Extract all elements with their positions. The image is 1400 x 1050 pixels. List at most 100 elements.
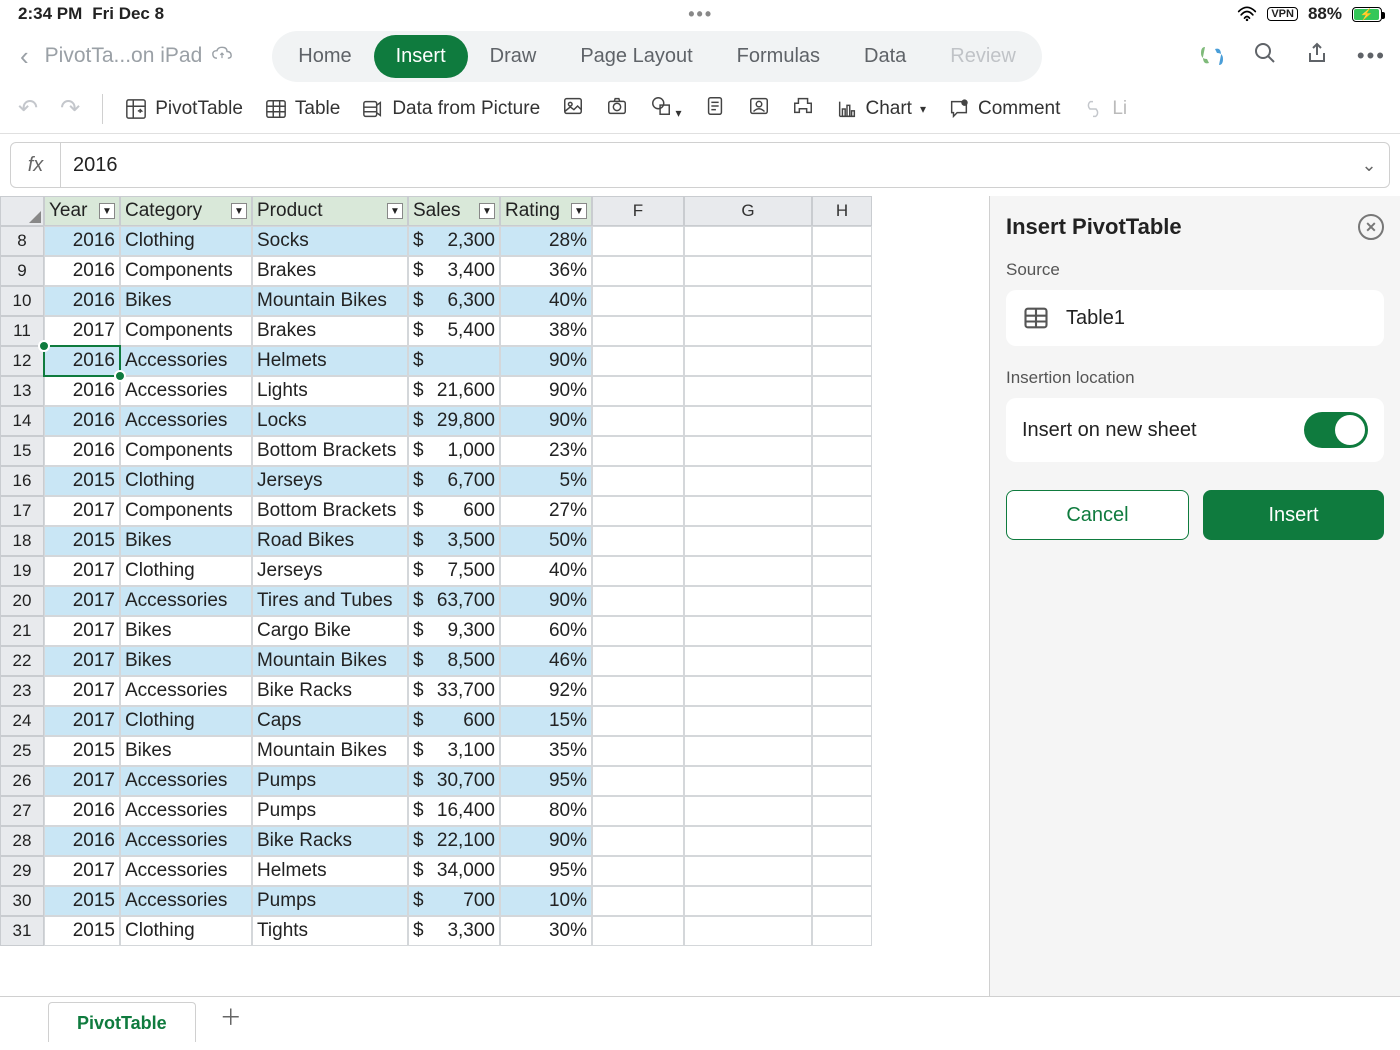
cell-rating[interactable]: 90% — [500, 406, 592, 436]
cell-rating[interactable]: 28% — [500, 226, 592, 256]
tab-review[interactable]: Review — [928, 35, 1038, 78]
col-header-rating[interactable]: Rating▼ — [500, 196, 592, 226]
cell-empty[interactable] — [592, 856, 684, 886]
copilot-icon[interactable] — [1199, 43, 1225, 69]
cell-category[interactable]: Components — [120, 436, 252, 466]
cell-year[interactable]: 2017 — [44, 766, 120, 796]
cell-year[interactable]: 2017 — [44, 496, 120, 526]
cell-year[interactable]: 2016 — [44, 286, 120, 316]
cell-empty[interactable] — [592, 496, 684, 526]
cell-empty[interactable] — [592, 556, 684, 586]
cell-year[interactable]: 2015 — [44, 886, 120, 916]
cell-product[interactable]: Pumps — [252, 886, 408, 916]
cell-product[interactable]: Lights — [252, 376, 408, 406]
cell-empty[interactable] — [812, 346, 872, 376]
cell-year[interactable]: 2016 — [44, 436, 120, 466]
cell-product[interactable]: Road Bikes — [252, 526, 408, 556]
row-header[interactable]: 28 — [0, 826, 44, 856]
cell-sales[interactable]: $63,700 — [408, 586, 500, 616]
cell-category[interactable]: Accessories — [120, 826, 252, 856]
cell-rating[interactable]: 90% — [500, 586, 592, 616]
cell-sales[interactable]: $3,400 — [408, 256, 500, 286]
cell-category[interactable]: Components — [120, 496, 252, 526]
tab-draw[interactable]: Draw — [468, 35, 559, 78]
shapes-icon[interactable]: ▾ — [650, 95, 681, 122]
row-header[interactable]: 16 — [0, 466, 44, 496]
cell-product[interactable]: Jerseys — [252, 466, 408, 496]
cell-sales[interactable]: $3,300 — [408, 916, 500, 946]
cell-category[interactable]: Accessories — [120, 406, 252, 436]
cloud-sync-icon[interactable] — [212, 46, 232, 67]
row-header[interactable]: 25 — [0, 736, 44, 766]
col-header-year[interactable]: Year▼ — [44, 196, 120, 226]
cell-rating[interactable]: 15% — [500, 706, 592, 736]
cell-empty[interactable] — [684, 886, 812, 916]
data-from-picture-button[interactable]: Data from Picture — [362, 98, 540, 120]
cell-empty[interactable] — [592, 766, 684, 796]
cell-empty[interactable] — [812, 766, 872, 796]
cell-category[interactable]: Clothing — [120, 466, 252, 496]
cell-empty[interactable] — [684, 646, 812, 676]
cell-empty[interactable] — [592, 886, 684, 916]
cell-sales[interactable]: $22,100 — [408, 826, 500, 856]
cell-rating[interactable]: 36% — [500, 256, 592, 286]
cell-rating[interactable]: 95% — [500, 766, 592, 796]
cell-sales[interactable]: $6,300 — [408, 286, 500, 316]
row-header[interactable]: 15 — [0, 436, 44, 466]
source-selector[interactable]: Table1 — [1006, 290, 1384, 346]
cell-empty[interactable] — [812, 376, 872, 406]
cell-rating[interactable]: 90% — [500, 376, 592, 406]
cell-empty[interactable] — [812, 646, 872, 676]
cell-product[interactable]: Tights — [252, 916, 408, 946]
search-icon[interactable] — [1253, 41, 1277, 71]
cell-sales[interactable]: $2,300 — [408, 226, 500, 256]
cell-sales[interactable]: $21,600 — [408, 376, 500, 406]
back-button[interactable]: ‹ — [14, 41, 35, 72]
cell-year[interactable]: 2016 — [44, 256, 120, 286]
cell-category[interactable]: Accessories — [120, 856, 252, 886]
row-header[interactable]: 29 — [0, 856, 44, 886]
formula-input[interactable]: 2016 — [61, 154, 1349, 177]
cell-product[interactable]: Bottom Brackets — [252, 496, 408, 526]
cell-product[interactable]: Bottom Brackets — [252, 436, 408, 466]
cell-empty[interactable] — [592, 436, 684, 466]
cell-year[interactable]: 2015 — [44, 916, 120, 946]
cell-category[interactable]: Bikes — [120, 736, 252, 766]
cell-year[interactable]: 2015 — [44, 466, 120, 496]
col-header-g[interactable]: G — [684, 196, 812, 226]
cell-rating[interactable]: 40% — [500, 556, 592, 586]
col-header-h[interactable]: H — [812, 196, 872, 226]
cell-empty[interactable] — [684, 316, 812, 346]
row-header[interactable]: 24 — [0, 706, 44, 736]
undo-icon[interactable]: ↶ — [18, 94, 38, 123]
cell-category[interactable]: Accessories — [120, 796, 252, 826]
addins-icon[interactable] — [792, 95, 814, 122]
cell-year[interactable]: 2016 — [44, 826, 120, 856]
cell-rating[interactable]: 80% — [500, 796, 592, 826]
cell-empty[interactable] — [592, 466, 684, 496]
filter-drop-icon[interactable]: ▼ — [99, 203, 115, 219]
cell-year[interactable]: 2016 — [44, 406, 120, 436]
cell-empty[interactable] — [592, 676, 684, 706]
cell-empty[interactable] — [592, 706, 684, 736]
cell-sales[interactable]: $600 — [408, 496, 500, 526]
cell-year[interactable]: 2017 — [44, 706, 120, 736]
cell-empty[interactable] — [684, 676, 812, 706]
cell-product[interactable]: Mountain Bikes — [252, 286, 408, 316]
row-header[interactable]: 18 — [0, 526, 44, 556]
cell-category[interactable]: Bikes — [120, 646, 252, 676]
cell-rating[interactable]: 95% — [500, 856, 592, 886]
cell-empty[interactable] — [812, 466, 872, 496]
cell-empty[interactable] — [812, 826, 872, 856]
cell-empty[interactable] — [684, 286, 812, 316]
table-button[interactable]: Table — [265, 98, 340, 120]
cell-empty[interactable] — [684, 706, 812, 736]
cell-year[interactable]: 2016 — [44, 796, 120, 826]
pictures-icon[interactable] — [562, 95, 584, 122]
cell-empty[interactable] — [592, 646, 684, 676]
cell-product[interactable]: Bike Racks — [252, 826, 408, 856]
cell-empty[interactable] — [592, 616, 684, 646]
cell-sales[interactable]: $3,100 — [408, 736, 500, 766]
pivottable-button[interactable]: PivotTable — [125, 98, 243, 120]
filter-drop-icon[interactable]: ▼ — [571, 203, 587, 219]
